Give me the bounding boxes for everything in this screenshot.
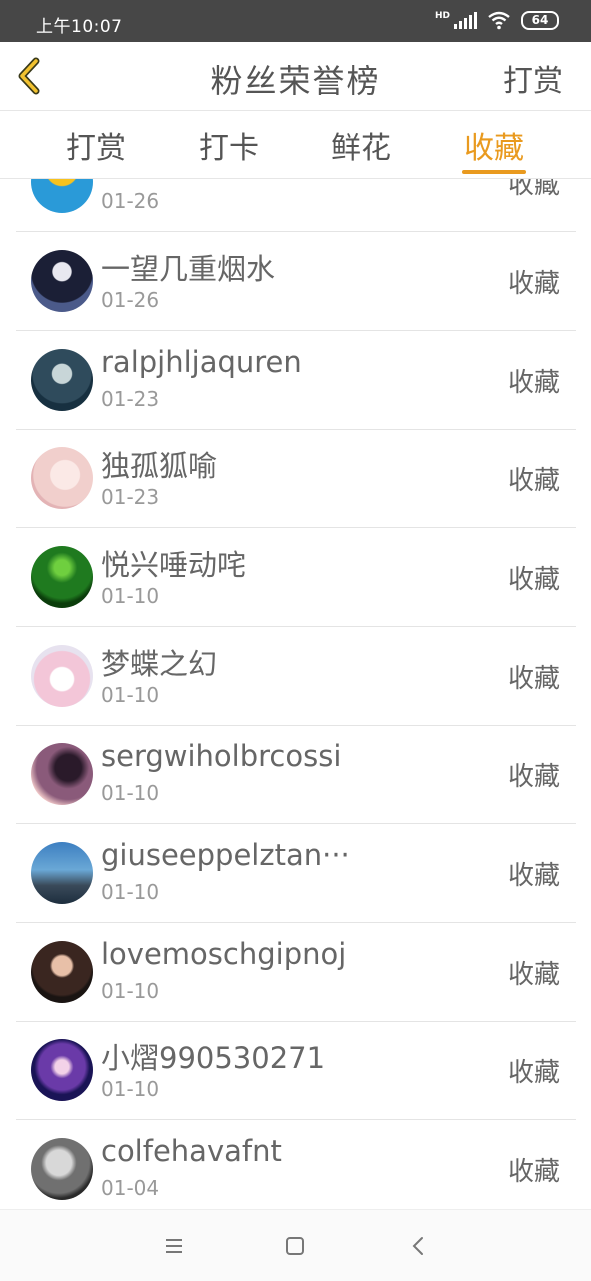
fan-name: 一望几重烟水: [101, 252, 276, 286]
active-tab-indicator: [462, 170, 526, 174]
app-header: 粉丝荣誉榜 打赏: [0, 42, 591, 111]
fan-name: 独孤狐喻: [101, 449, 218, 483]
tab-checkin[interactable]: 打卡: [174, 123, 284, 167]
list-item[interactable]: sergwiholbrcossi 01-10 收藏: [16, 725, 576, 824]
fan-date: 01-10: [101, 1077, 160, 1101]
fan-action: 收藏: [507, 762, 560, 792]
fan-name: ralpjhljaquren: [101, 345, 302, 379]
avatar: [31, 842, 93, 904]
fan-action: 收藏: [507, 179, 560, 200]
fan-name: 梦蝶之幻: [101, 647, 218, 681]
battery-level: 64: [531, 12, 549, 27]
avatar: [31, 250, 93, 312]
fan-name: sergwiholbrcossi: [101, 739, 342, 773]
list-item[interactable]: ralpjhljaquren 01-23 收藏: [16, 331, 576, 430]
avatar: [31, 447, 93, 509]
avatar: [31, 546, 93, 608]
fan-date: 01-10: [101, 781, 160, 805]
wifi-icon: [488, 11, 510, 30]
reward-button[interactable]: 打赏: [503, 56, 563, 100]
list-item[interactable]: 悦兴唾动咤 01-10 收藏: [16, 528, 576, 627]
avatar: [31, 179, 93, 213]
tab-reward[interactable]: 打赏: [41, 123, 151, 167]
avatar: [31, 645, 93, 707]
fans-list[interactable]: 01-26 收藏 一望几重烟水 01-26 收藏 ralpjhljaquren …: [0, 179, 591, 1209]
status-time: 上午10:07: [36, 17, 123, 37]
avatar: [31, 743, 93, 805]
list-item[interactable]: 小熠990530271 01-10 收藏: [16, 1021, 576, 1120]
fan-date: 01-26: [101, 288, 160, 312]
list-item[interactable]: lovemoschgipnoj 01-10 收藏: [16, 923, 576, 1022]
network-label: HD: [434, 11, 450, 21]
avatar: [31, 1138, 93, 1200]
tab-favorites[interactable]: 收藏: [439, 123, 549, 167]
fan-name: colfehavafnt: [101, 1134, 282, 1168]
avatar: [31, 349, 93, 411]
list-item[interactable]: colfehavafnt 01-04 收藏: [16, 1120, 576, 1209]
battery-icon: 64: [521, 10, 559, 30]
fan-name: 悦兴唾动咤: [101, 548, 247, 582]
fan-date: 01-10: [101, 584, 160, 608]
fan-name: 小熠990530271: [101, 1041, 326, 1075]
home-icon[interactable]: [281, 1232, 309, 1260]
fan-date: 01-10: [101, 880, 160, 904]
list-item[interactable]: 梦蝶之幻 01-10 收藏: [16, 627, 576, 726]
menu-icon[interactable]: [160, 1232, 188, 1260]
list-item[interactable]: 01-26 收藏: [16, 179, 576, 232]
fan-action: 收藏: [507, 664, 560, 694]
fan-date: 01-10: [101, 979, 160, 1003]
fan-action: 收藏: [507, 269, 560, 299]
system-nav-bar: [0, 1209, 591, 1281]
fan-action: 收藏: [507, 1058, 560, 1088]
fan-date: 01-04: [101, 1176, 160, 1200]
signal-icon: [454, 11, 477, 29]
fan-date: 01-23: [101, 387, 160, 411]
back-icon[interactable]: [405, 1232, 433, 1260]
fan-action: 收藏: [507, 960, 560, 990]
fan-name: lovemoschgipnoj: [101, 937, 347, 971]
fan-action: 收藏: [507, 565, 560, 595]
fan-action: 收藏: [507, 368, 560, 398]
fan-date: 01-26: [101, 189, 160, 213]
fan-action: 收藏: [507, 466, 560, 496]
fan-name: giuseeppelztan···: [101, 838, 350, 872]
fan-action: 收藏: [507, 1157, 560, 1187]
status-bar: 上午10:07 HD 64: [0, 0, 591, 42]
list-item[interactable]: giuseeppelztan··· 01-10 收藏: [16, 824, 576, 923]
tab-bar: 打赏 打卡 鲜花 收藏: [0, 111, 591, 179]
status-icons: HD 64: [435, 10, 559, 30]
list-item[interactable]: 独孤狐喻 01-23 收藏: [16, 429, 576, 528]
fan-date: 01-23: [101, 485, 160, 509]
fan-action: 收藏: [507, 861, 560, 891]
tab-flowers[interactable]: 鲜花: [306, 123, 416, 167]
list-item[interactable]: 一望几重烟水 01-26 收藏: [16, 232, 576, 331]
fan-date: 01-10: [101, 683, 160, 707]
avatar: [31, 1039, 93, 1101]
avatar: [31, 941, 93, 1003]
